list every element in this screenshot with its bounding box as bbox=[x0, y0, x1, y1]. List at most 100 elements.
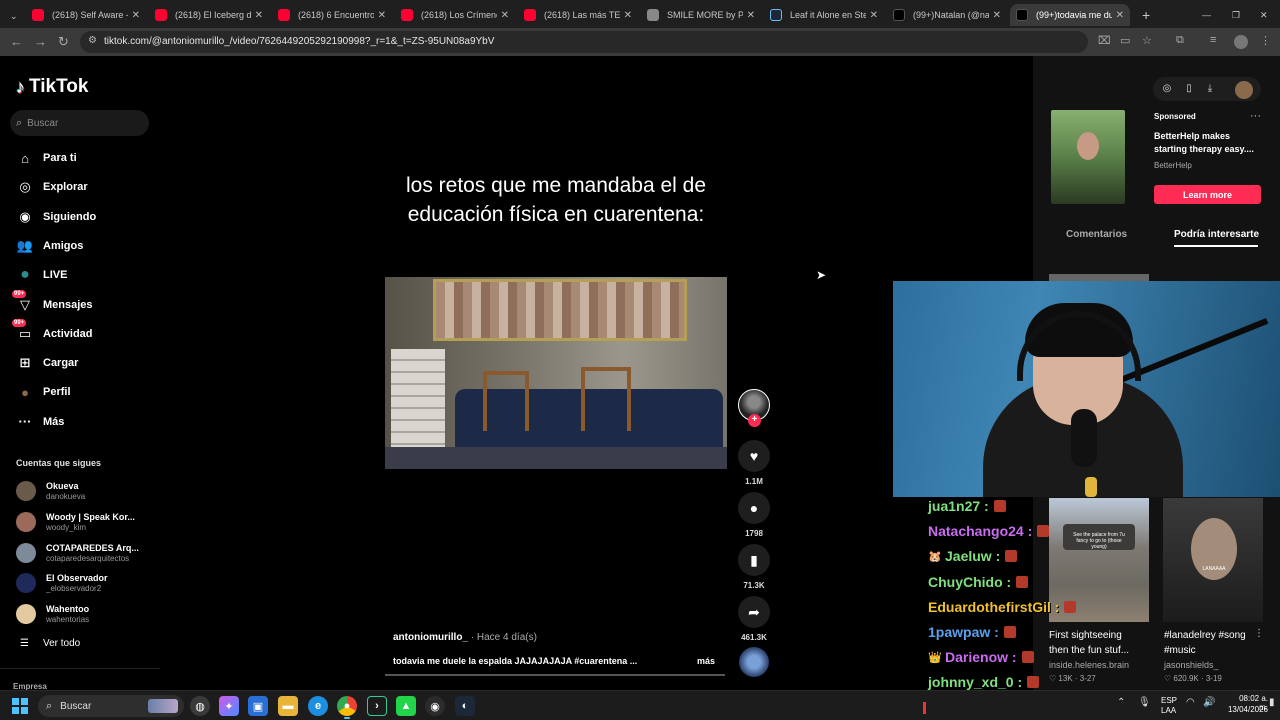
ad-options-icon[interactable]: ··· bbox=[1250, 110, 1261, 122]
sidebar-item-actividad[interactable]: ▭ 99+ Actividad bbox=[12, 318, 93, 345]
terminal-icon[interactable]: › bbox=[367, 696, 387, 716]
extensions-icon[interactable]: ⧉ bbox=[1176, 34, 1184, 47]
related-video-title-line2[interactable]: then the fun stuf... bbox=[1049, 643, 1129, 658]
sidebar-item-explorar[interactable]: ◎ Explorar bbox=[16, 176, 87, 198]
profile-avatar[interactable] bbox=[1234, 35, 1248, 49]
followed-account[interactable]: Woody | Speak Kor... woody_kim bbox=[16, 509, 135, 535]
learn-more-button[interactable]: Learn more bbox=[1154, 185, 1261, 204]
close-tab-icon[interactable]: ✕ bbox=[624, 10, 632, 21]
browser-tab[interactable]: (99+)todavia me due ✕ bbox=[1010, 4, 1130, 26]
volume-icon[interactable]: 🔊 bbox=[1203, 697, 1215, 708]
wifi-icon[interactable]: ◠ bbox=[1186, 697, 1195, 708]
mic-tray-icon[interactable]: 🎙 bbox=[1138, 697, 1151, 708]
cast-icon[interactable]: ▭ bbox=[1120, 34, 1130, 47]
followed-account[interactable]: COTAPAREDES Arq... cotaparedesarquitectos bbox=[16, 540, 139, 566]
address-bar[interactable]: ⚙ tiktok.com/@antoniomurillo_/video/7626… bbox=[80, 31, 1088, 53]
taskbar-search[interactable]: ⌕ Buscar bbox=[38, 695, 184, 717]
browser-tab[interactable]: (2618) Los Crímenes ✕ bbox=[395, 4, 515, 26]
site-info-icon[interactable]: ⚙ bbox=[88, 35, 97, 46]
coin-icon[interactable]: ◎ bbox=[1158, 79, 1176, 97]
tab-related[interactable]: Podría interesarte bbox=[1174, 229, 1259, 240]
browser-tab[interactable]: (2618) Self Aware - Y ✕ bbox=[26, 4, 146, 26]
ad-thumbnail[interactable] bbox=[1051, 110, 1125, 204]
close-tab-icon[interactable]: ✕ bbox=[378, 10, 386, 21]
forward-icon[interactable]: → bbox=[34, 34, 47, 49]
close-tab-icon[interactable]: ✕ bbox=[747, 10, 755, 21]
sidebar-item-mensajes[interactable]: ▽ 99+ Mensajes bbox=[12, 289, 93, 316]
followed-account[interactable]: Wahentoo wahentorias bbox=[16, 601, 89, 627]
minimize-icon[interactable]: — bbox=[1196, 4, 1212, 26]
sidebar-item-amigos[interactable]: 👥 Amigos bbox=[16, 235, 83, 257]
reload-icon[interactable]: ↻ bbox=[58, 34, 69, 50]
back-icon[interactable]: ← bbox=[10, 34, 23, 49]
clock-date[interactable]: 13/04/2026 bbox=[1220, 705, 1268, 714]
sidebar-item-siguiendo[interactable]: ◉ Siguiendo bbox=[16, 206, 96, 228]
device-icon[interactable]: ▯ bbox=[1180, 79, 1198, 97]
close-window-icon[interactable]: ✕ bbox=[1254, 4, 1270, 26]
browser-tab[interactable]: (2618) 6 Encuentros ✕ bbox=[272, 4, 392, 26]
close-tab-icon[interactable]: ✕ bbox=[501, 10, 509, 21]
copilot-app-icon[interactable]: ✦ bbox=[219, 696, 239, 716]
browser-tab[interactable]: SMILE MORE by Pixel ✕ bbox=[641, 4, 761, 26]
tiktok-logo[interactable]: ♪ TikTok bbox=[16, 76, 88, 98]
related-video-thumbnail[interactable]: LANAAAA bbox=[1163, 498, 1263, 622]
video-progress-bar[interactable] bbox=[385, 674, 725, 676]
media-icon[interactable]: ≡ bbox=[1210, 34, 1216, 46]
game-app-icon[interactable]: ▲ bbox=[396, 696, 416, 716]
language-indicator[interactable]: ESP bbox=[1161, 696, 1177, 705]
sidebar-item-m-s[interactable]: ··· Más bbox=[16, 411, 65, 433]
search-input[interactable]: ⌕ Buscar bbox=[10, 110, 149, 136]
tab-comments[interactable]: Comentarios bbox=[1066, 229, 1127, 240]
close-tab-icon[interactable]: ✕ bbox=[993, 10, 1001, 21]
menu-kebab-icon[interactable]: ⋮ bbox=[1260, 34, 1271, 47]
notification-icon[interactable]: ▮ bbox=[1269, 697, 1275, 708]
ad-title-line1[interactable]: BetterHelp makes bbox=[1154, 130, 1262, 143]
save-button[interactable]: ▮ bbox=[738, 544, 770, 576]
browser-tab[interactable]: (99+)Natalan (@nata ✕ bbox=[887, 4, 1007, 26]
followed-account[interactable]: Okueva danokueva bbox=[16, 478, 85, 504]
related-video-title[interactable]: #lanadelrey #song bbox=[1164, 628, 1246, 643]
close-tab-icon[interactable]: ✕ bbox=[1116, 10, 1124, 21]
video-player[interactable] bbox=[385, 277, 727, 469]
followed-account[interactable]: El Observador _elobservador2 bbox=[16, 570, 108, 596]
author-name[interactable]: antoniomurillo_ bbox=[393, 632, 468, 643]
sidebar-item-perfil[interactable]: ● Perfil bbox=[16, 381, 70, 403]
music-disc[interactable] bbox=[739, 647, 769, 677]
chrome-icon[interactable]: ● bbox=[337, 696, 357, 719]
close-tab-icon[interactable]: ✕ bbox=[132, 10, 140, 21]
sidebar-item-cargar[interactable]: ⊞ Cargar bbox=[16, 352, 79, 374]
related-video-author[interactable]: inside.helenes.brain bbox=[1049, 660, 1129, 670]
copilot-icon[interactable]: ◍ bbox=[190, 696, 210, 716]
see-all-button[interactable]: ☰ Ver todo bbox=[20, 638, 80, 649]
more-button[interactable]: más bbox=[697, 656, 715, 666]
ad-title-line2[interactable]: starting therapy easy.... bbox=[1154, 143, 1262, 156]
related-video-title[interactable]: First sightseeing bbox=[1049, 628, 1122, 643]
comment-button[interactable]: ● bbox=[738, 492, 770, 524]
related-video-options-icon[interactable]: ⋮ bbox=[1254, 628, 1264, 639]
show-hidden-icons[interactable]: ⌃ bbox=[1117, 697, 1125, 708]
close-tab-icon[interactable]: ✕ bbox=[870, 10, 878, 21]
like-button[interactable]: ♥ bbox=[738, 440, 770, 472]
start-button[interactable] bbox=[12, 698, 28, 714]
browser-tab[interactable]: Leaf it Alone en Stea ✕ bbox=[764, 4, 884, 26]
new-tab-button[interactable]: + bbox=[1136, 4, 1154, 26]
related-video-title-line2[interactable]: #music bbox=[1164, 643, 1196, 658]
bookmark-star-icon[interactable]: ☆ bbox=[1142, 34, 1152, 47]
edge-icon[interactable]: e bbox=[308, 696, 328, 716]
sidebar-item-para-ti[interactable]: ⌂ Para ti bbox=[16, 147, 77, 169]
user-avatar[interactable] bbox=[1235, 81, 1253, 99]
store-icon[interactable]: ▣ bbox=[248, 696, 268, 716]
obs-icon[interactable]: ◉ bbox=[425, 696, 445, 716]
browser-tab[interactable]: (2618) Las más TERR ✕ bbox=[518, 4, 638, 26]
related-video-author[interactable]: jasonshields_ bbox=[1164, 660, 1219, 670]
steam-icon[interactable]: ◐ bbox=[455, 696, 475, 716]
translate-icon[interactable]: ⌧ bbox=[1098, 34, 1111, 47]
file-explorer-icon[interactable]: ▬ bbox=[278, 696, 298, 716]
keyboard-layout[interactable]: LAA bbox=[1161, 706, 1176, 715]
sidebar-item-live[interactable]: ● LIVE bbox=[16, 264, 67, 286]
share-button[interactable]: ➦ bbox=[738, 596, 770, 628]
follow-button[interactable]: + bbox=[748, 414, 761, 427]
browser-tab[interactable]: (2618) El Iceberg de ✕ bbox=[149, 4, 269, 26]
tab-list-button[interactable]: ⌄ bbox=[4, 5, 22, 27]
maximize-icon[interactable]: ❐ bbox=[1226, 4, 1242, 26]
